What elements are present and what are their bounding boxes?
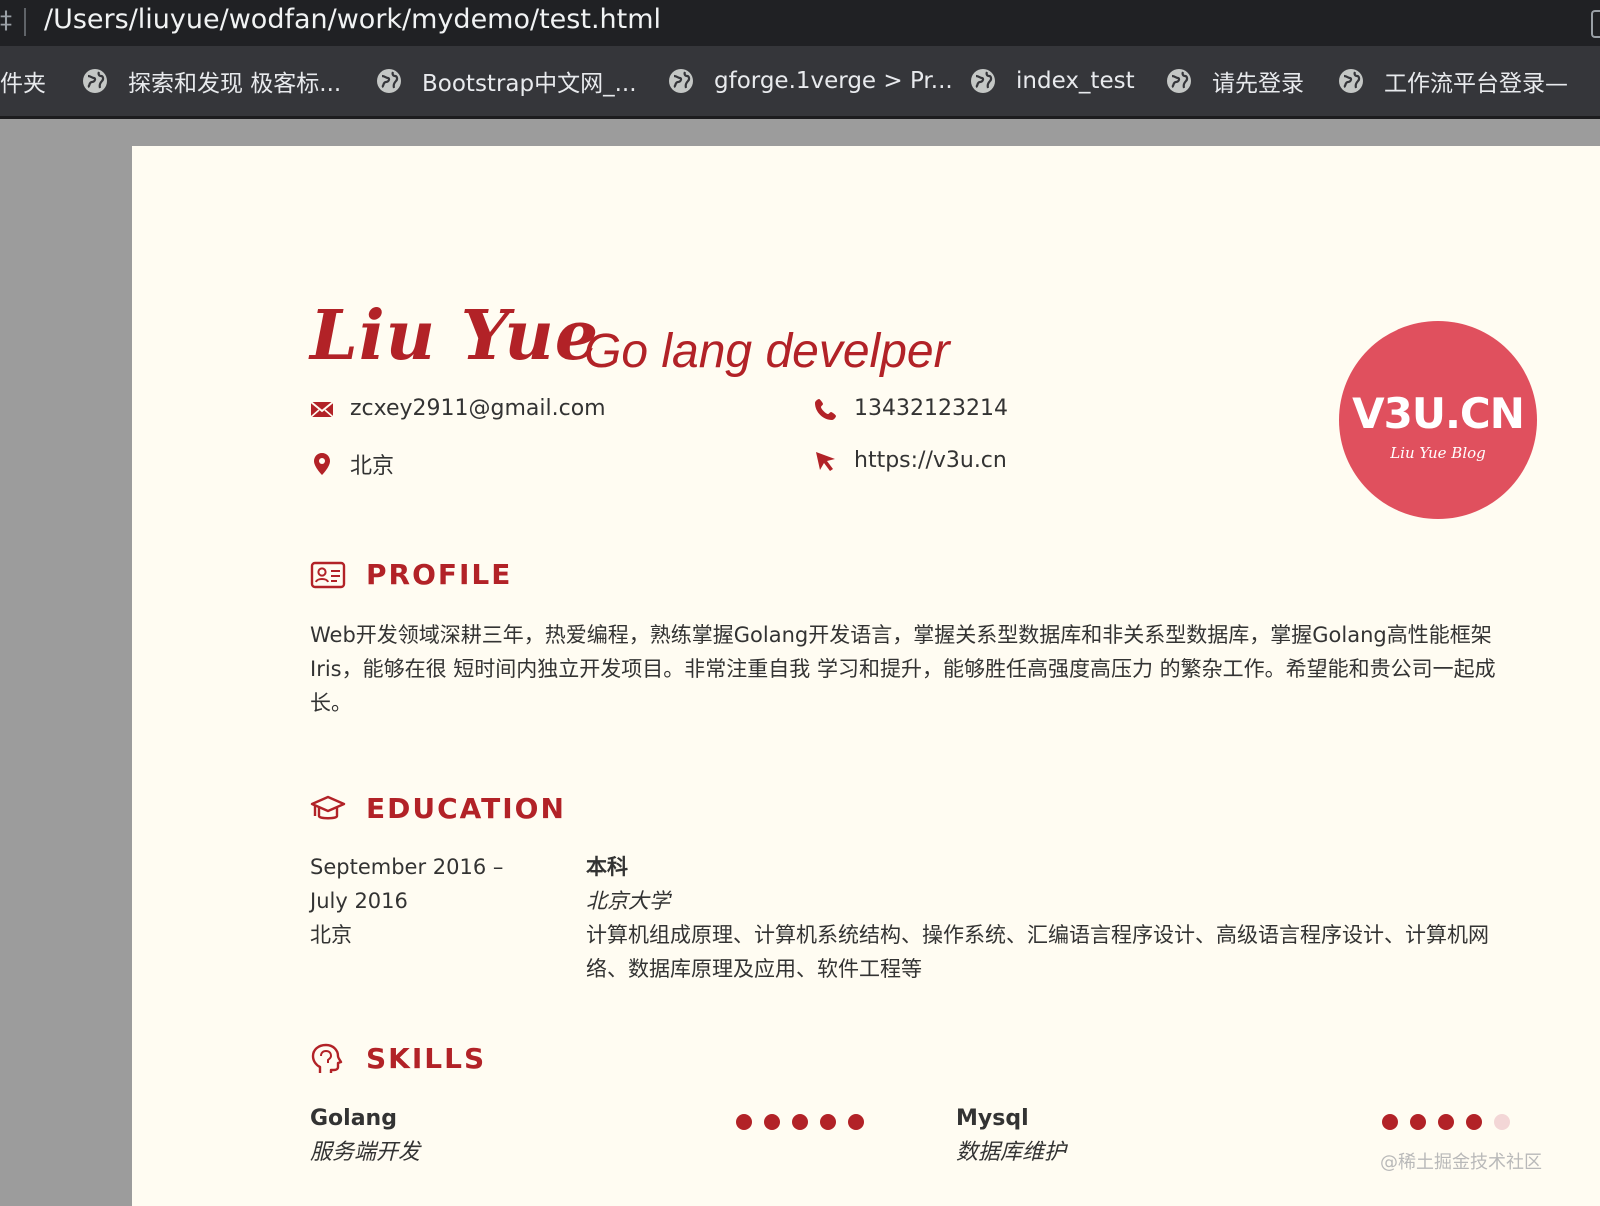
envelope-icon — [310, 400, 334, 418]
resume-page: Liu Yue Go lang develper zcxey2911@gmail… — [132, 146, 1600, 1206]
location-text: 北京 — [350, 454, 395, 479]
education-detail: 本科 北京大学 计算机组成原理、计算机系统结构、操作系统、汇编语言程序设计、高级… — [586, 850, 1526, 986]
email-text: zcxey2911@gmail.com — [350, 396, 606, 421]
bookmark-label: 件夹 — [0, 71, 46, 97]
website-text[interactable]: https://v3u.cn — [854, 448, 1007, 473]
rating-dot-filled — [792, 1114, 808, 1130]
skill-rating — [736, 1114, 876, 1130]
bookmark-folder[interactable]: 件夹 — [0, 46, 46, 116]
phone-text: 13432123214 — [854, 396, 1008, 421]
phone-icon — [815, 398, 836, 420]
head-brain-icon — [311, 1043, 343, 1073]
bookmarks-bar: 件夹 探索和发现 极客标... Bootstrap中文网_... gforge.… — [0, 46, 1600, 119]
education-degree: 本科 — [586, 855, 628, 879]
skills-heading: SKILLS — [310, 1042, 486, 1075]
rating-dot-filled — [848, 1114, 864, 1130]
profile-heading: PROFILE — [310, 558, 512, 591]
skill-item: Golang 服务端开发 — [310, 1102, 420, 1170]
rating-dot-filled — [1466, 1114, 1482, 1130]
education-location: 北京 — [310, 923, 352, 947]
bookmark-label: index_test — [1016, 68, 1135, 94]
contact-phone: 13432123214 — [814, 396, 1008, 421]
map-pin-icon — [314, 453, 330, 475]
skills-title: SKILLS — [366, 1042, 487, 1075]
resume-name: Liu Yue — [310, 296, 600, 376]
v3u-logo: V3U.CN Liu Yue Blog — [1339, 321, 1537, 519]
rating-dot-empty — [1494, 1114, 1510, 1130]
toolbar-cut-glyph: ‡ — [0, 6, 12, 34]
rating-dot-filled — [820, 1114, 836, 1130]
window-control-edge[interactable] — [1591, 10, 1600, 38]
profile-title: PROFILE — [366, 558, 513, 591]
skill-name: Golang — [310, 1106, 397, 1131]
bookmark-label: gforge.1verge > Pr... — [714, 68, 953, 94]
address-bar[interactable]: ‡ /Users/liuyue/wodfan/work/mydemo/test.… — [0, 0, 1600, 46]
graduation-cap-icon — [310, 795, 346, 819]
bookmark-label: 探索和发现 极客标... — [128, 71, 342, 97]
logo-sub-text: Liu Yue Blog — [1389, 444, 1486, 462]
education-meta: September 2016 – July 2016 北京 — [310, 850, 503, 952]
resume-role: Go lang develper — [584, 325, 950, 378]
globe-icon — [83, 69, 107, 93]
watermark: @稀土掘金技术社区 — [1380, 1152, 1542, 1173]
rating-dot-filled — [1438, 1114, 1454, 1130]
skill-name: Mysql — [956, 1106, 1029, 1131]
rating-dot-filled — [764, 1114, 780, 1130]
education-heading: EDUCATION — [310, 792, 566, 825]
globe-icon — [377, 69, 401, 93]
education-date-end: July 2016 — [310, 889, 408, 913]
rating-dot-filled — [1410, 1114, 1426, 1130]
education-title: EDUCATION — [366, 792, 566, 825]
skill-desc: 数据库维护 — [956, 1140, 1067, 1165]
bookmark-item[interactable]: 工作流平台登录— — [1338, 46, 1568, 116]
bookmark-item[interactable]: index_test — [970, 46, 1135, 116]
url-text[interactable]: /Users/liuyue/wodfan/work/mydemo/test.ht… — [44, 4, 661, 35]
globe-icon — [971, 69, 995, 93]
contact-website: https://v3u.cn — [814, 448, 1007, 473]
globe-icon — [669, 69, 693, 93]
bookmark-item[interactable]: gforge.1verge > Pr... — [668, 46, 953, 116]
globe-icon — [1167, 69, 1191, 93]
bookmark-item[interactable]: 请先登录 — [1166, 46, 1304, 116]
bookmark-item[interactable]: Bootstrap中文网_... — [376, 46, 637, 116]
skill-rating — [1382, 1114, 1522, 1130]
bookmark-label: 工作流平台登录— — [1384, 71, 1568, 97]
globe-icon — [1339, 69, 1363, 93]
rating-dot-filled — [1382, 1114, 1398, 1130]
cursor-arrow-icon — [816, 451, 835, 471]
education-school: 北京大学 — [586, 889, 670, 913]
education-courses: 计算机组成原理、计算机系统结构、操作系统、汇编语言程序设计、高级语言程序设计、计… — [586, 923, 1489, 981]
toolbar-divider — [24, 8, 26, 36]
skill-item: Mysql 数据库维护 — [956, 1102, 1066, 1170]
profile-text: Web开发领域深耕三年，热爱编程，熟练掌握Golang开发语言，掌握关系型数据库… — [310, 623, 1496, 715]
education-date-start: September 2016 – — [310, 855, 504, 879]
rating-dot-filled — [736, 1114, 752, 1130]
bookmark-label: 请先登录 — [1212, 71, 1304, 97]
contact-location: 北京 — [310, 448, 394, 480]
bookmark-label: Bootstrap中文网_... — [422, 71, 637, 97]
bookmark-item[interactable]: 探索和发现 极客标... — [82, 46, 341, 116]
id-card-icon — [310, 561, 346, 588]
logo-main-text: V3U.CN — [1352, 389, 1524, 438]
skill-desc: 服务端开发 — [310, 1140, 421, 1165]
contact-email: zcxey2911@gmail.com — [310, 396, 606, 421]
